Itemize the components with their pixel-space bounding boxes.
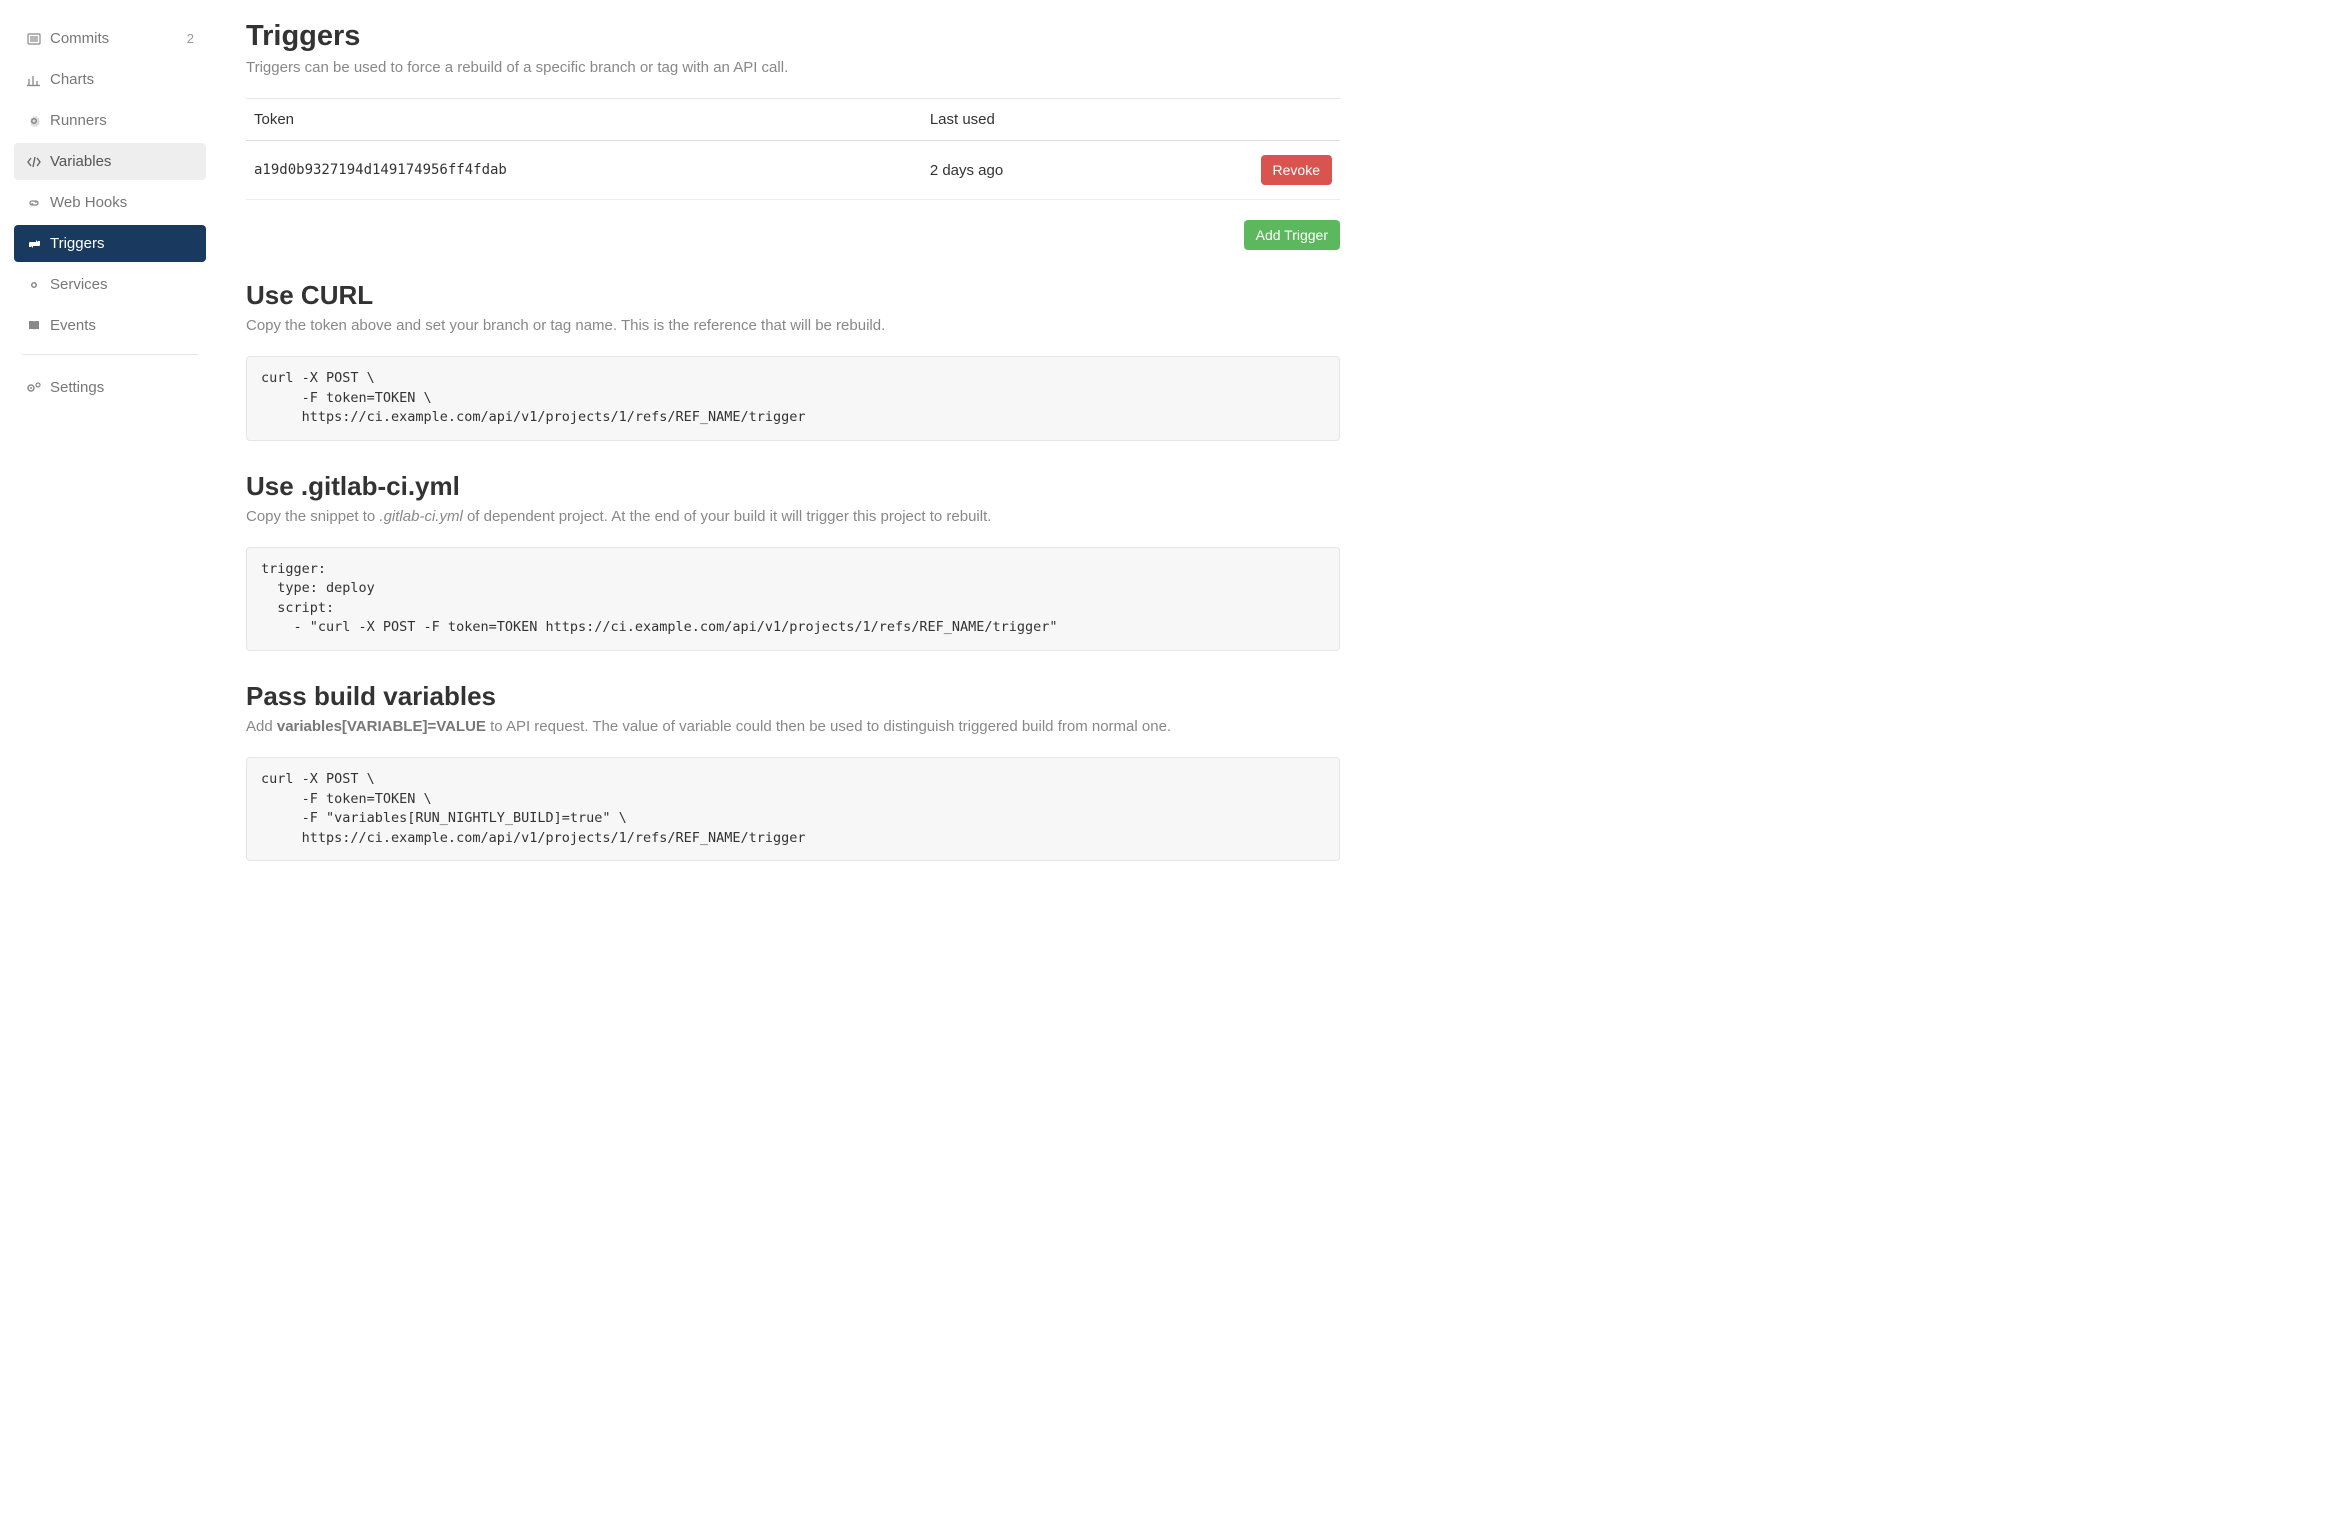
sidebar-item-label: Charts — [50, 71, 194, 88]
curl-lead: Copy the token above and set your branch… — [246, 317, 1340, 334]
yml-code: trigger: type: deploy script: - "curl -X… — [246, 547, 1340, 651]
sidebar-item-label: Services — [50, 276, 194, 293]
add-trigger-button[interactable]: Add Trigger — [1244, 220, 1340, 250]
yml-title: Use .gitlab-ci.yml — [246, 471, 1340, 502]
sidebar-item-label: Triggers — [50, 235, 194, 252]
col-last-used: Last used — [922, 99, 1250, 141]
curl-code: curl -X POST \ -F token=TOKEN \ https://… — [246, 356, 1340, 441]
list-icon — [26, 31, 42, 47]
triggers-table: Token Last used a19d0b9327194d149174956f… — [246, 99, 1340, 200]
code-icon — [26, 154, 42, 170]
sidebar-item-label: Web Hooks — [50, 194, 194, 211]
sidebar-item-webhooks[interactable]: Web Hooks — [14, 184, 206, 221]
chart-icon — [26, 72, 42, 88]
sidebar-item-label: Variables — [50, 153, 194, 170]
sidebar-item-label: Settings — [50, 379, 194, 396]
vars-code: curl -X POST \ -F token=TOKEN \ -F "vari… — [246, 757, 1340, 861]
sidebar-item-badge: 2 — [187, 31, 194, 46]
retweet-icon — [26, 236, 42, 252]
yml-lead: Copy the snippet to .gitlab-ci.yml of de… — [246, 508, 1340, 525]
sidebar-item-events[interactable]: Events — [14, 307, 206, 344]
sidebar-item-charts[interactable]: Charts — [14, 61, 206, 98]
sidebar-item-label: Runners — [50, 112, 194, 129]
last-used-value: 2 days ago — [922, 141, 1250, 200]
sidebar-item-commits[interactable]: Commits 2 — [14, 20, 206, 57]
sidebar: Commits 2 Charts Runners Variables Web H… — [10, 20, 210, 891]
revoke-button[interactable]: Revoke — [1261, 155, 1332, 185]
sidebar-item-services[interactable]: Services — [14, 266, 206, 303]
table-row: a19d0b9327194d149174956ff4fdab 2 days ag… — [246, 141, 1340, 200]
sidebar-item-label: Commits — [50, 30, 187, 47]
gear-icon — [26, 113, 42, 129]
link-icon — [26, 195, 42, 211]
sidebar-item-runners[interactable]: Runners — [14, 102, 206, 139]
sidebar-item-variables[interactable]: Variables — [14, 143, 206, 180]
sidebar-item-label: Events — [50, 317, 194, 334]
sidebar-item-settings[interactable]: Settings — [14, 369, 206, 406]
sidebar-divider — [22, 354, 198, 355]
gears-icon — [26, 380, 42, 396]
gear-icon — [26, 277, 42, 293]
main-content: Triggers Triggers can be used to force a… — [210, 20, 1360, 891]
page-title: Triggers — [246, 20, 1340, 53]
book-icon — [26, 318, 42, 334]
vars-title: Pass build variables — [246, 681, 1340, 712]
page-lead: Triggers can be used to force a rebuild … — [246, 59, 1340, 76]
curl-title: Use CURL — [246, 280, 1340, 311]
sidebar-item-triggers[interactable]: Triggers — [14, 225, 206, 262]
col-token: Token — [246, 99, 922, 141]
vars-lead: Add variables[VARIABLE]=VALUE to API req… — [246, 718, 1340, 735]
token-value: a19d0b9327194d149174956ff4fdab — [246, 141, 922, 200]
